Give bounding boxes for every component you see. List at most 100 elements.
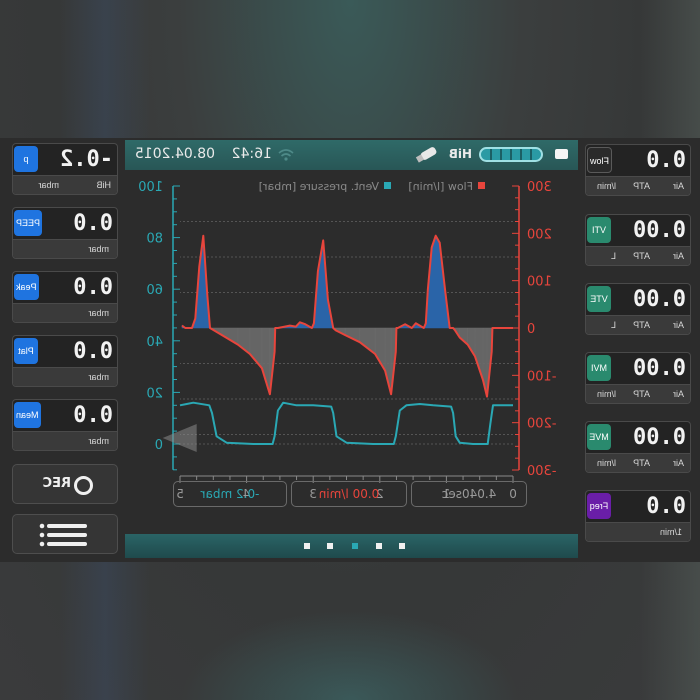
pressure-tick-label: 60: [146, 283, 163, 298]
param-unit: ATP: [633, 458, 650, 468]
param-unit: mbar: [88, 372, 109, 382]
background-glow-bottom: [180, 610, 520, 700]
param-label: MVI: [587, 355, 611, 381]
param-label: MVE: [587, 424, 611, 450]
param-box-plat[interactable]: 0.0 Plat mbar: [12, 335, 118, 387]
pressure-tick-label: 40: [146, 335, 163, 350]
param-value: 0.00: [633, 425, 686, 450]
param-box-vti[interactable]: 0.00 VTI Air ATP L: [585, 214, 691, 266]
param-box-peak[interactable]: 0.0 Peak mbar: [12, 271, 118, 323]
param-label: VTI: [587, 217, 611, 243]
flow-tick-label: 0: [527, 322, 535, 337]
param-box-mean[interactable]: 0.0 Mean mbar: [12, 399, 118, 451]
flow-tick-label: 100: [527, 275, 552, 290]
param-units-row: Air ATP l/min: [586, 176, 690, 195]
legend-flow-swatch: [478, 182, 485, 189]
param-unit: ATP: [633, 389, 650, 399]
pressure-tick-label: 80: [146, 232, 163, 247]
param-value: 0.0: [73, 403, 113, 428]
param-unit: l/min: [596, 389, 616, 399]
param-unit: L: [610, 251, 616, 261]
param-unit: Air: [673, 458, 684, 468]
status-bar: HiB 16:42 08.04.2015: [125, 140, 578, 170]
pressure-tick-label: 100: [138, 180, 163, 195]
param-value: 0.0: [73, 275, 113, 300]
legend-pressure-label: Vent. pressure [mbar]: [259, 180, 379, 193]
page-indicator-bar: [125, 534, 578, 558]
param-unit: HiB: [96, 180, 111, 190]
wifi-icon: [278, 149, 294, 161]
record-label: REC: [42, 476, 71, 491]
flow-tick-label: 300: [527, 180, 552, 195]
legend-pressure-swatch: [384, 182, 391, 189]
scroll-arrow-icon[interactable]: [162, 424, 197, 452]
param-unit: ATP: [633, 181, 650, 191]
param-box-flow[interactable]: 0.0 Flow Air ATP l/min: [585, 144, 691, 196]
param-label: p: [14, 146, 38, 172]
param-box-p[interactable]: -0.2 p HiB mbar: [12, 143, 118, 195]
legend-flow-label: Flow [l/min]: [408, 180, 473, 193]
param-value: 0.00: [633, 287, 686, 312]
page-dot[interactable]: [399, 543, 405, 549]
param-unit: 1/min: [659, 527, 682, 537]
param-value: 0.0: [73, 339, 113, 364]
param-units-row: mbar: [13, 239, 117, 258]
param-units-row: Air ATP L: [586, 246, 690, 265]
flow-tick-label: -100: [527, 369, 557, 384]
clock-time: 16:42: [231, 146, 272, 162]
flow-series-line: [181, 234, 513, 398]
pressure-tick-label: 0: [155, 438, 163, 453]
param-unit: ATP: [633, 320, 650, 330]
param-label: Freq: [587, 493, 611, 519]
param-unit: Air: [673, 251, 684, 261]
param-value: 0.0: [73, 211, 113, 236]
param-units-row: Air ATP l/min: [586, 384, 690, 403]
param-value: 0.0: [646, 148, 686, 173]
param-value: 0.00: [633, 356, 686, 381]
param-value: 0.00: [633, 218, 686, 243]
param-units-row: mbar: [13, 303, 117, 322]
param-units-row: mbar: [13, 367, 117, 386]
pressure-tick-label: 20: [146, 386, 163, 401]
date-label: 08.04.2015: [134, 146, 215, 162]
param-label: Mean: [14, 402, 41, 428]
param-box-freq[interactable]: 0.0 Freq 1/min: [585, 490, 691, 542]
cursor-pressure-readout: -0.2 mbar: [173, 481, 287, 507]
param-unit: mbar: [88, 244, 109, 254]
menu-button[interactable]: [12, 514, 118, 554]
pressure-series-line: [179, 401, 513, 445]
cursor-time-readout: 4.040sec: [411, 481, 527, 507]
ventilator-screen: 0.0 Flow Air ATP l/min 0.00 VTI Air ATP L 0.00 VTE A…: [0, 138, 700, 562]
param-unit: mbar: [38, 180, 59, 190]
page-dot[interactable]: [352, 543, 358, 549]
page-dot[interactable]: [327, 543, 333, 549]
cursor-flow-readout: 0.00 l/min: [291, 481, 407, 507]
param-label: Flow: [587, 147, 613, 173]
param-units-row: Air ATP l/min: [586, 453, 690, 472]
param-box-vte[interactable]: 0.00 VTE Air ATP L: [585, 283, 691, 335]
param-unit: l/min: [596, 458, 616, 468]
mode-label: HiB: [448, 147, 472, 161]
param-unit: mbar: [88, 308, 109, 318]
param-box-mve[interactable]: 0.00 MVE Air ATP l/min: [585, 421, 691, 473]
usb-stick-icon: [415, 147, 437, 163]
battery-gauge: [479, 147, 543, 162]
param-box-peep[interactable]: 0.0 PEEP mbar: [12, 207, 118, 259]
waveform-chart: 3002001000-100-200-300100806040200012345…: [138, 180, 557, 501]
param-units-row: 1/min: [586, 522, 690, 541]
page-dot[interactable]: [376, 543, 382, 549]
page-dot[interactable]: [304, 543, 310, 549]
param-unit: Air: [673, 320, 684, 330]
param-unit: Air: [673, 389, 684, 399]
param-unit: mbar: [88, 436, 109, 446]
param-units-row: mbar: [13, 431, 117, 450]
param-unit: ATP: [633, 251, 650, 261]
param-value: 0.0: [646, 494, 686, 519]
param-box-mvi[interactable]: 0.00 MVI Air ATP l/min: [585, 352, 691, 404]
flow-tick-label: -300: [527, 464, 557, 479]
param-label: Peak: [14, 274, 39, 300]
record-circle-icon: [74, 476, 93, 495]
record-button[interactable]: REC: [12, 464, 118, 504]
param-value: -0.2: [60, 147, 113, 172]
flow-tick-label: -200: [527, 417, 557, 432]
